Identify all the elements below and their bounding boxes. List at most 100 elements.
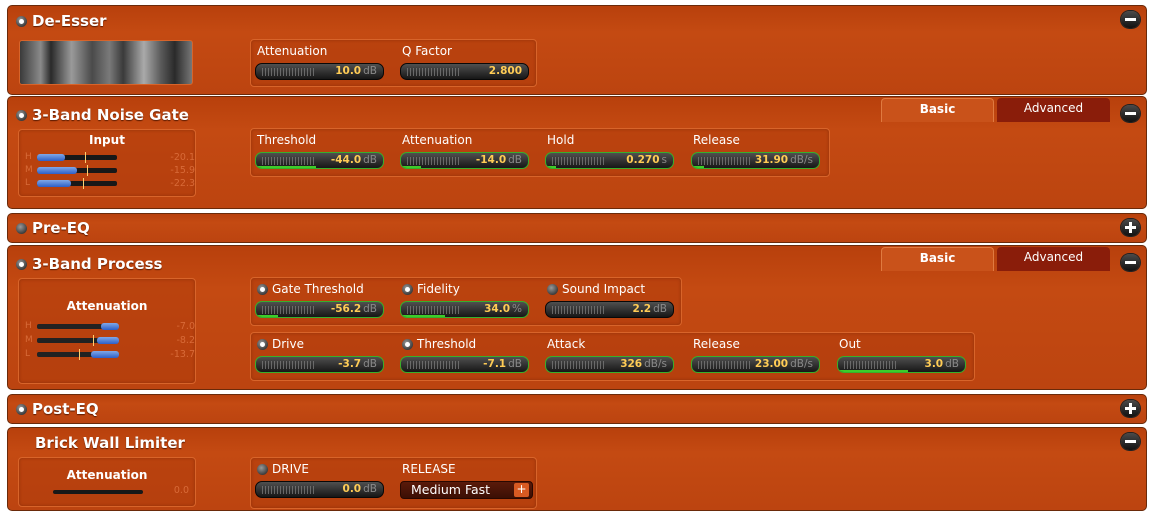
attenuation-meter-box: Attenuation H -7.0 M -8.2 L -13.7	[18, 278, 196, 384]
band-process-header: 3-Band Process	[16, 253, 162, 275]
attenuation-slider[interactable]: -14.0 dB	[400, 152, 529, 169]
control-unit: dB	[363, 483, 377, 495]
sound-impact-slider[interactable]: 2.2 dB	[545, 301, 674, 318]
control-value: 10.0	[335, 65, 362, 77]
tab-advanced[interactable]: Advanced	[997, 98, 1110, 122]
collapse-button[interactable]	[1121, 254, 1140, 271]
tab-advanced[interactable]: Advanced	[997, 247, 1110, 271]
control-value: -44.0	[330, 154, 362, 166]
power-icon[interactable]	[257, 283, 268, 295]
drive-slider[interactable]: -3.7 dB	[255, 356, 384, 373]
meter-row-m: M -8.2	[25, 335, 195, 346]
pre-eq-header: Pre-EQ	[16, 217, 90, 239]
control-label: Fidelity	[402, 282, 460, 296]
tab-basic[interactable]: Basic	[881, 98, 994, 122]
plus-icon[interactable]: +	[514, 483, 529, 497]
power-icon[interactable]	[257, 463, 268, 475]
control-unit: dB	[363, 154, 377, 166]
meter-row-l: L -13.7	[25, 349, 195, 360]
collapse-button[interactable]	[1121, 105, 1140, 122]
post-eq-title: Post-EQ	[32, 400, 99, 418]
limiter-controls: DRIVE 0.0 dB RELEASE Medium Fast +	[250, 457, 537, 509]
control-label: Attenuation	[402, 133, 473, 147]
control-label: Out	[839, 337, 861, 351]
de-esser-panel: De-Esser Attenuation 10.0 dB Q Factor 2.8…	[7, 5, 1147, 95]
gate-threshold-slider[interactable]: -56.2 dB	[255, 301, 384, 318]
collapse-button[interactable]	[1121, 433, 1140, 450]
control-label: Threshold	[257, 133, 317, 147]
control-unit: dB/s	[790, 358, 813, 370]
control-value: 2.800	[488, 65, 522, 77]
control-label: Attack	[547, 337, 586, 351]
band-label: L	[25, 349, 31, 359]
hold-slider[interactable]: 0.270 s	[545, 152, 674, 169]
power-icon[interactable]	[257, 338, 268, 350]
control-value: 326	[620, 358, 643, 370]
drive-slider[interactable]: 0.0 dB	[255, 481, 384, 498]
control-unit: dB	[363, 358, 377, 370]
noise-gate-controls: Threshold -44.0 dB Attenuation -14.0 dB Ho…	[250, 128, 830, 177]
control-unit: dB/s	[790, 154, 813, 166]
de-esser-controls: Attenuation 10.0 dB Q Factor 2.800	[250, 39, 537, 87]
de-esser-title: De-Esser	[32, 12, 107, 30]
input-label: Input	[89, 133, 125, 147]
out-slider[interactable]: 3.0 dB	[837, 356, 966, 373]
band-label: M	[25, 335, 33, 345]
attenuation-bar	[53, 490, 143, 494]
power-icon[interactable]	[16, 15, 27, 27]
control-value: 3.0	[924, 358, 944, 370]
attenuation-value: 0.0	[173, 485, 189, 496]
threshold-slider[interactable]: -44.0 dB	[255, 152, 384, 169]
power-icon[interactable]	[16, 258, 27, 270]
input-meter-box: Input H -20.1 M -15.9 L -22.3	[18, 129, 196, 197]
power-icon[interactable]	[547, 283, 558, 295]
control-value: 2.2	[632, 303, 652, 315]
label-text: Gate Threshold	[272, 282, 364, 296]
power-icon[interactable]	[16, 222, 27, 234]
limiter-title: Brick Wall Limiter	[35, 434, 185, 452]
control-label: DRIVE	[257, 462, 309, 476]
control-label: Q Factor	[402, 44, 452, 58]
power-icon[interactable]	[402, 283, 413, 295]
control-value: -7.1	[483, 358, 507, 370]
control-label: Release	[693, 337, 740, 351]
control-label: Drive	[257, 337, 304, 351]
control-label: RELEASE	[402, 462, 456, 476]
power-icon[interactable]	[402, 338, 413, 350]
expand-button[interactable]	[1121, 219, 1140, 236]
control-value: 31.90	[754, 154, 789, 166]
label-text: Sound Impact	[562, 282, 646, 296]
noise-gate-header: 3-Band Noise Gate	[16, 104, 189, 126]
control-unit: dB	[363, 303, 377, 315]
power-icon[interactable]	[16, 403, 27, 415]
band-process-panel: 3-Band Process Basic Advanced Attenuatio…	[7, 245, 1147, 390]
control-label: Sound Impact	[547, 282, 645, 296]
de-esser-header: De-Esser	[16, 10, 107, 32]
meter-row-h: H -20.1	[25, 152, 195, 163]
control-unit: dB	[653, 303, 667, 315]
meter-value: -20.1	[170, 152, 195, 163]
noise-gate-title: 3-Band Noise Gate	[32, 106, 189, 124]
release-slider[interactable]: 31.90 dB/s	[691, 152, 820, 169]
control-value: -56.2	[330, 303, 362, 315]
release-dropdown[interactable]: Medium Fast +	[400, 481, 533, 499]
collapse-button[interactable]	[1121, 11, 1140, 28]
meter-value: -22.3	[170, 178, 195, 189]
release-slider[interactable]: 23.00 dB/s	[691, 356, 820, 373]
tab-basic[interactable]: Basic	[881, 247, 994, 271]
control-label: Release	[693, 133, 740, 147]
fidelity-slider[interactable]: 34.0%	[400, 301, 529, 318]
attenuation-slider[interactable]: 10.0 dB	[255, 63, 384, 80]
attenuation-label: Attenuation	[66, 468, 148, 482]
control-unit: dB/s	[644, 358, 667, 370]
power-icon[interactable]	[16, 109, 27, 121]
attack-slider[interactable]: 326 dB/s	[545, 356, 674, 373]
label-text: Fidelity	[417, 282, 460, 296]
meter-value: -7.0	[176, 321, 195, 332]
band-process-row1: Gate Threshold -56.2 dB Fidelity 34.0% So…	[250, 277, 682, 326]
expand-button[interactable]	[1121, 400, 1140, 417]
threshold-slider[interactable]: -7.1 dB	[400, 356, 529, 373]
control-unit: %	[512, 303, 522, 315]
q-factor-slider[interactable]: 2.800	[400, 63, 529, 80]
meter-row-m: M -15.9	[25, 165, 195, 176]
